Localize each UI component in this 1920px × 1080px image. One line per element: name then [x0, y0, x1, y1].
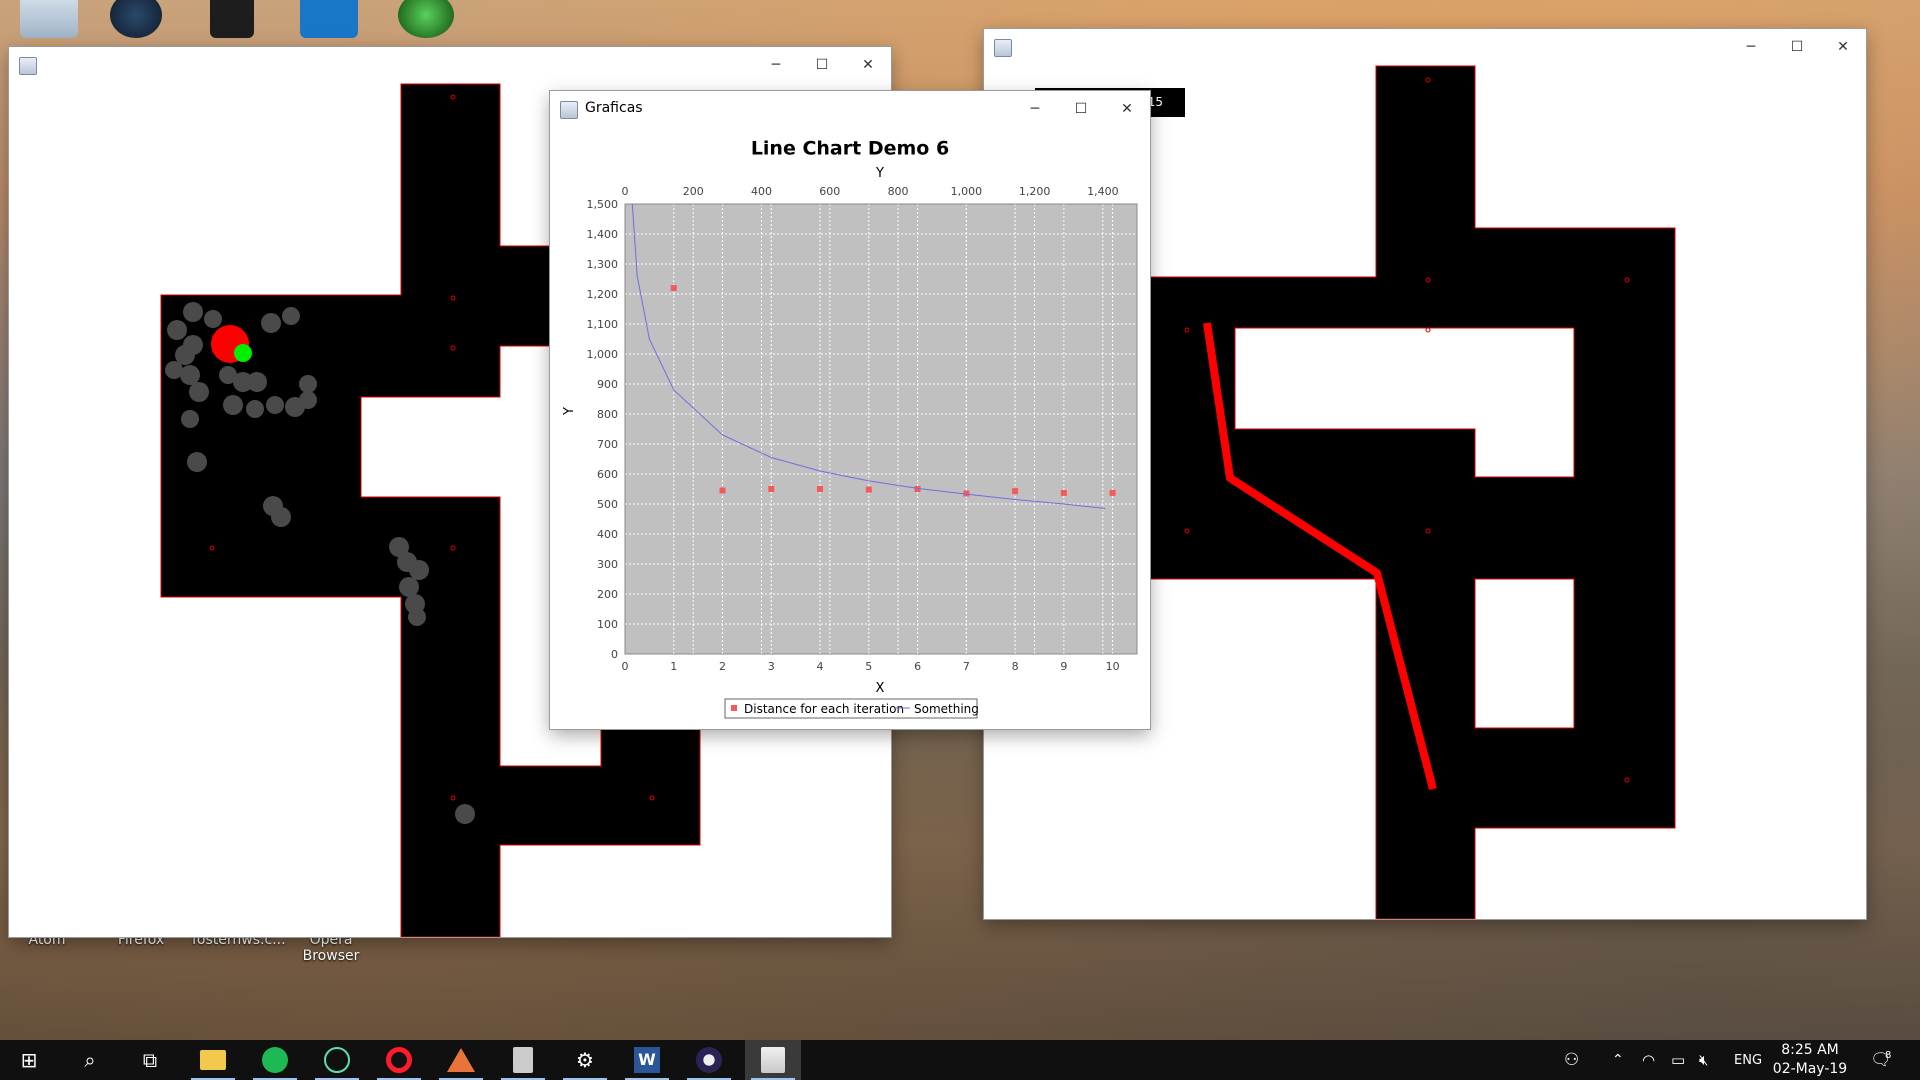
chart-title: Line Chart Demo 6	[751, 138, 949, 160]
minimize-button[interactable]: ─	[1012, 91, 1058, 127]
y-tick-label: 1,000	[587, 348, 619, 361]
opera-icon[interactable]	[375, 1040, 423, 1080]
taskbar: ⊞ ⌕ ⧉ ⚙ W ⚇ ⌃ ◠ ▭ 🔇︎ ENG 8:25 AM 02-May-…	[0, 1040, 1920, 1080]
data-point	[1060, 489, 1067, 496]
top-tick-label: 800	[888, 185, 909, 198]
legend: Distance for each iteration Something	[724, 698, 979, 719]
word-icon[interactable]: W	[623, 1040, 671, 1080]
y-tick-label: 500	[597, 498, 618, 511]
x-tick-label: 9	[1060, 660, 1067, 673]
x-tick-label: 2	[719, 660, 726, 673]
line-chart: Line Chart Demo 6 Y Y X 0100200300400500…	[562, 138, 1138, 719]
legend-label-distance: Distance for each iteration	[744, 702, 904, 716]
data-point	[768, 486, 775, 492]
data-point	[817, 486, 824, 492]
network-wifi-icon[interactable]: ◠	[1642, 1040, 1655, 1080]
language-indicator[interactable]: ENG	[1734, 1040, 1762, 1080]
y-tick-label: 600	[597, 468, 618, 481]
data-point	[719, 487, 726, 494]
folder-icon[interactable]	[210, 0, 254, 38]
x-tick-label: 3	[768, 660, 775, 673]
x-tick-label: 7	[963, 660, 970, 673]
maze-inner-wall-lower	[1474, 578, 1575, 729]
maze-corridors	[1135, 65, 1676, 919]
chart-window-title: Graficas	[585, 100, 643, 116]
volume-muted-icon[interactable]: 🔇︎	[1699, 1040, 1708, 1080]
top-tick-label: 200	[683, 185, 704, 198]
file-explorer-icon[interactable]	[189, 1040, 237, 1080]
y-tick-label: 900	[597, 378, 618, 391]
show-hidden-icons-chevron-icon[interactable]: ⌃	[1612, 1040, 1624, 1080]
settings-gear-icon[interactable]: ⚙	[561, 1040, 609, 1080]
y-tick-label: 200	[597, 588, 618, 601]
windows-start-icon[interactable]: ⊞	[5, 1040, 53, 1080]
maximize-button[interactable]: ☐	[1058, 91, 1104, 127]
legend-swatch-distance	[731, 705, 737, 711]
top-tick-label: 0	[622, 185, 629, 198]
clock-date: 02-May-19	[1772, 1061, 1848, 1077]
data-point	[865, 486, 872, 493]
robot-true-position-marker	[234, 344, 252, 362]
x-tick-label: 10	[1106, 660, 1120, 673]
y-tick-label: 300	[597, 558, 618, 571]
battery-icon[interactable]: ▭	[1671, 1040, 1685, 1080]
data-point	[1109, 489, 1116, 496]
top-tick-label: 1,200	[1019, 185, 1051, 198]
x-axis-label: X	[876, 681, 885, 696]
chart-window[interactable]: Graficas ─ ☐ ✕ Line Chart Demo 6 Y Y X 0…	[550, 91, 1150, 729]
y-tick-label: 700	[597, 438, 618, 451]
y-tick-label: 1,100	[587, 318, 619, 331]
y-tick-label: 800	[597, 408, 618, 421]
y-tick-label: 1,500	[587, 198, 619, 211]
java-app-icon	[560, 101, 578, 119]
y-tick-label: 1,300	[587, 258, 619, 271]
data-point	[670, 285, 677, 291]
recycle-bin-icon[interactable]	[20, 0, 78, 38]
top-axis-label: Y	[875, 166, 884, 181]
y-tick-label: 1,400	[587, 228, 619, 241]
java-icon[interactable]	[745, 1040, 801, 1080]
plot-area	[625, 204, 1137, 654]
task-view-icon[interactable]: ⧉	[126, 1040, 174, 1080]
x-tick-label: 8	[1012, 660, 1019, 673]
search-icon[interactable]: ⌕	[66, 1040, 114, 1080]
eclipse-icon[interactable]	[685, 1040, 733, 1080]
x-tick-label: 4	[817, 660, 824, 673]
chart-window-titlebar[interactable]: Graficas ─ ☐ ✕	[550, 91, 1150, 128]
y-tick-label: 100	[597, 618, 618, 631]
clock-time: 8:25 AM	[1781, 1042, 1839, 1058]
close-button[interactable]: ✕	[1104, 91, 1150, 127]
data-point	[1012, 488, 1019, 495]
calculator-icon[interactable]	[499, 1040, 547, 1080]
x-tick-label: 6	[914, 660, 921, 673]
matlab-icon[interactable]	[437, 1040, 485, 1080]
top-tick-label: 400	[751, 185, 772, 198]
people-icon[interactable]: ⚇	[1564, 1040, 1579, 1080]
top-tick-label: 1,400	[1087, 185, 1119, 198]
x-tick-label: 0	[622, 660, 629, 673]
x-tick-label: 1	[670, 660, 677, 673]
notification-count-badge: 8	[1885, 1050, 1892, 1061]
clock[interactable]: 8:25 AM 02-May-19	[1770, 1040, 1850, 1080]
legend-label-something: Something	[914, 702, 979, 716]
top-tick-label: 600	[819, 185, 840, 198]
y-axis-label: Y	[562, 407, 577, 416]
y-tick-label: 1,200	[587, 288, 619, 301]
spotify-icon[interactable]	[251, 1040, 299, 1080]
x-tick-label: 5	[865, 660, 872, 673]
atom-icon[interactable]	[313, 1040, 361, 1080]
y-tick-label: 0	[611, 648, 618, 661]
y-tick-label: 400	[597, 528, 618, 541]
top-tick-label: 1,000	[951, 185, 983, 198]
br-app-icon[interactable]	[300, 0, 358, 38]
